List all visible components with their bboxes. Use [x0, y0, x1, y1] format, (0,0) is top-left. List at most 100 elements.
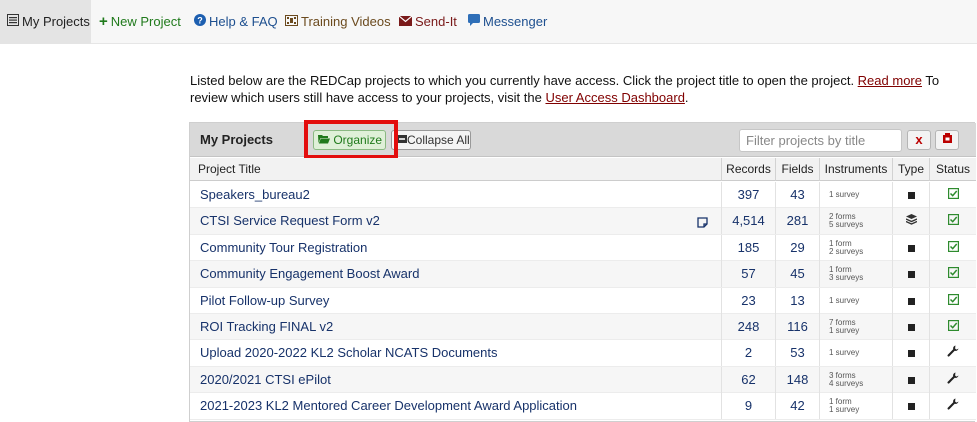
- project-note-icon[interactable]: [697, 216, 708, 231]
- fields-count: 53: [775, 340, 819, 367]
- clear-icon: x: [915, 132, 923, 147]
- table-header: Project Title Records Fields Instruments…: [190, 158, 976, 181]
- eraser-icon: [942, 131, 953, 149]
- column-header-type[interactable]: Type: [892, 158, 929, 181]
- table-row: ROI Tracking FINAL v2 248 116 7 forms 1 surv…: [190, 314, 976, 341]
- project-title-link[interactable]: Community Engagement Boost Award: [190, 261, 720, 287]
- fields-count: 148: [775, 366, 819, 393]
- project-status: [929, 261, 976, 288]
- project-type-icon: [907, 403, 915, 411]
- fields-count: 42: [775, 393, 819, 420]
- column-header-project-title[interactable]: Project Title: [190, 158, 720, 181]
- instruments-line-1: 1 survey: [829, 190, 860, 199]
- fields-count: 29: [775, 234, 819, 261]
- project-title-link[interactable]: Community Tour Registration: [190, 235, 720, 261]
- project-status: [929, 366, 976, 393]
- table-row: CTSI Service Request Form v2 4,514 281 2 fo…: [190, 208, 976, 235]
- plus-icon: +: [99, 12, 108, 30]
- nav-training-videos[interactable]: Training Videos: [285, 0, 391, 44]
- instruments-summary: 1 survey: [819, 287, 892, 314]
- read-more-link[interactable]: Read more: [858, 73, 922, 88]
- table-row: 2021-2023 KL2 Mentored Career Developmen…: [190, 393, 976, 420]
- status-check-icon: [947, 187, 959, 202]
- project-status: [929, 393, 976, 420]
- nav-label: Messenger: [483, 14, 548, 29]
- status-check-icon: [947, 319, 959, 334]
- project-title-link[interactable]: Pilot Follow-up Survey: [190, 288, 720, 314]
- table-row: Pilot Follow-up Survey 23 13 1 survey: [190, 287, 976, 314]
- fields-count: 116: [775, 314, 819, 340]
- nav-my-projects[interactable]: My Projects: [0, 0, 91, 44]
- instruments-line-1: 1 survey: [829, 295, 860, 305]
- instruments-line-2: 2 surveys: [829, 246, 864, 256]
- table-row: Speakers_bureau2 397 43 1 survey: [190, 182, 976, 209]
- intro-text-part: .: [684, 90, 689, 105]
- column-header-records[interactable]: Records: [721, 158, 775, 181]
- project-type: [892, 393, 929, 420]
- chat-icon: [468, 0, 480, 44]
- project-title-link[interactable]: ROI Tracking FINAL v2: [190, 314, 720, 340]
- project-title-link[interactable]: CTSI Service Request Form v2: [190, 208, 720, 234]
- instruments-line-2: 4 surveys: [829, 378, 864, 388]
- nav-messenger[interactable]: Messenger: [468, 0, 547, 44]
- project-type: [892, 287, 929, 314]
- instruments-line-1: 1 survey: [829, 348, 860, 358]
- status-check-icon: [947, 240, 959, 255]
- nav-label: Help & FAQ: [209, 14, 278, 29]
- panel-title: My Projects: [200, 132, 273, 147]
- my-projects-panel: My Projects Organize Collapse All x Proj…: [189, 120, 976, 422]
- instruments-summary: 1 survey: [819, 182, 892, 208]
- svg-text:?: ?: [197, 15, 203, 25]
- project-type-icon: [907, 271, 915, 279]
- project-status: [929, 234, 976, 261]
- table-row: Upload 2020-2022 KL2 Scholar NCATS Docum…: [190, 340, 976, 367]
- project-title-link[interactable]: 2020/2021 CTSI ePilot: [190, 367, 720, 393]
- records-count: 9: [721, 393, 775, 420]
- collapse-all-button[interactable]: Collapse All: [391, 130, 471, 150]
- records-count: 23: [721, 287, 775, 314]
- project-type: [892, 261, 929, 288]
- table-row: 2020/2021 CTSI ePilot 62 148 3 forms 4 surve…: [190, 366, 976, 394]
- table-row: Community Tour Registration 185 29 1 form 2 …: [190, 234, 976, 262]
- project-title-link[interactable]: Speakers_bureau2: [190, 182, 720, 208]
- wrench-icon: [947, 398, 959, 413]
- nav-label: My Projects: [22, 14, 90, 29]
- instruments-line-2: 5 surveys: [829, 220, 864, 230]
- question-circle-icon: ?: [194, 0, 206, 44]
- intro-text-part: Listed below are the REDCap projects to …: [190, 73, 858, 88]
- instruments-summary: 7 forms 1 survey: [819, 314, 892, 340]
- records-count: 397: [721, 182, 775, 208]
- nav-help-faq[interactable]: ? Help & FAQ: [194, 0, 278, 44]
- project-type-icon: [907, 192, 915, 200]
- project-title-link[interactable]: 2021-2023 KL2 Mentored Career Developmen…: [190, 393, 720, 419]
- column-header-fields[interactable]: Fields: [775, 158, 819, 181]
- nav-new-project[interactable]: + New Project: [99, 0, 181, 44]
- fields-count: 281: [775, 208, 819, 235]
- layers-icon: [905, 213, 917, 228]
- user-access-dashboard-link[interactable]: User Access Dashboard: [545, 90, 684, 105]
- reset-filter-button[interactable]: [935, 130, 959, 150]
- status-check-icon: [947, 293, 959, 308]
- clear-filter-button[interactable]: x: [907, 130, 931, 150]
- envelope-icon: [398, 0, 413, 44]
- instruments-line-2: 1 survey: [829, 326, 860, 335]
- table-row: Community Engagement Boost Award 57 45 1 fo…: [190, 261, 976, 288]
- intro-text: Listed below are the REDCap projects to …: [190, 72, 975, 106]
- nav-send-it[interactable]: Send-It: [398, 0, 457, 44]
- filter-projects-input[interactable]: [739, 129, 902, 152]
- project-type-icon: [907, 297, 915, 305]
- column-header-status[interactable]: Status: [929, 158, 976, 181]
- nav-label: Send-It: [415, 14, 457, 29]
- wrench-icon: [947, 372, 959, 387]
- records-count: 185: [721, 234, 775, 261]
- column-header-instruments[interactable]: Instruments: [819, 158, 892, 181]
- project-status: [929, 314, 976, 340]
- instruments-summary: 1 form 3 surveys: [819, 261, 892, 288]
- records-count: 248: [721, 314, 775, 340]
- project-type: [892, 314, 929, 340]
- instruments-line-2: 1 survey: [829, 405, 860, 415]
- project-status: [929, 208, 976, 235]
- collapse-all-label: Collapse All: [407, 133, 470, 147]
- status-check-icon: [947, 266, 959, 281]
- project-title-link[interactable]: Upload 2020-2022 KL2 Scholar NCATS Docum…: [190, 340, 720, 366]
